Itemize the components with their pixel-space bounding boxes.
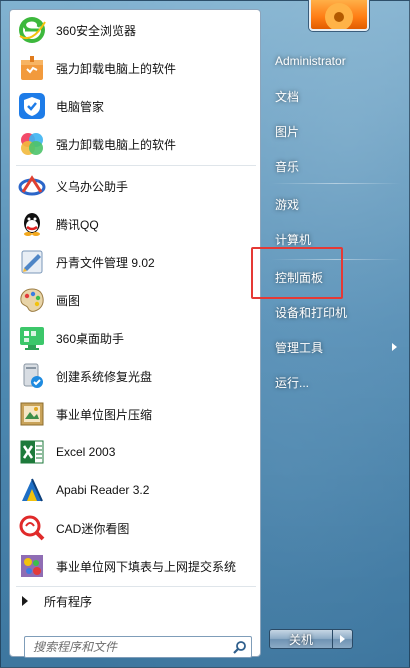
games-link[interactable]: 游戏 (269, 192, 403, 216)
user-name-link[interactable]: Administrator (269, 49, 403, 73)
program-repair-disc[interactable]: 创建系统修复光盘 (12, 358, 258, 394)
paint-palette-icon (16, 284, 48, 316)
danqing-file-icon (16, 246, 48, 278)
start-menu: 360安全浏览器 强力卸载电脑上的软件 电脑管家 强力卸载电脑上的软件 义乌办公… (0, 0, 410, 668)
qq-penguin-icon (16, 208, 48, 240)
uninstall-box-icon (16, 52, 48, 84)
program-label: CAD迷你看图 (56, 521, 130, 536)
search-icon[interactable] (233, 640, 247, 654)
program-danqing[interactable]: 丹青文件管理 9.02 (12, 244, 258, 280)
music-link[interactable]: 音乐 (269, 154, 403, 178)
submenu-arrow-icon (392, 343, 397, 351)
program-360-desktop[interactable]: 360桌面助手 (12, 320, 258, 356)
program-label: Excel 2003 (56, 445, 116, 459)
program-uninstall-1[interactable]: 强力卸载电脑上的软件 (12, 50, 258, 86)
form-submit-icon (16, 550, 48, 582)
admin-tools-label: 管理工具 (275, 340, 324, 355)
run-link[interactable]: 运行... (269, 370, 403, 394)
program-excel[interactable]: Excel 2003 (12, 434, 258, 470)
program-label: 360桌面助手 (56, 331, 125, 346)
all-programs-label: 所有程序 (44, 594, 93, 609)
360-browser-icon (16, 14, 48, 46)
program-uninstall-2[interactable]: 强力卸载电脑上的软件 (12, 126, 258, 162)
program-label: 腾讯QQ (56, 217, 99, 232)
separator (16, 586, 256, 587)
chevron-right-icon (340, 635, 345, 643)
programs-panel: 360安全浏览器 强力卸载电脑上的软件 电脑管家 强力卸载电脑上的软件 义乌办公… (9, 9, 261, 658)
apabi-reader-icon (16, 474, 48, 506)
pictures-link[interactable]: 图片 (269, 119, 403, 143)
pictures-label: 图片 (275, 124, 300, 139)
image-compress-icon (16, 398, 48, 430)
program-label: 画图 (56, 293, 81, 308)
devices-printers-label: 设备和打印机 (275, 305, 348, 320)
separator (271, 183, 401, 184)
program-label: 事业单位网下填表与上网提交系统 (56, 559, 237, 574)
devices-printers-link[interactable]: 设备和打印机 (269, 300, 403, 324)
program-image-compress[interactable]: 事业单位图片压缩 (12, 396, 258, 432)
cad-viewer-icon (16, 512, 48, 544)
360-desktop-icon (16, 322, 48, 354)
program-cad-viewer[interactable]: CAD迷你看图 (12, 510, 258, 546)
program-pc-manager[interactable]: 电脑管家 (12, 88, 258, 124)
shutdown-label: 关机 (288, 632, 313, 647)
program-label: 事业单位图片压缩 (56, 407, 153, 422)
program-label: 创建系统修复光盘 (56, 369, 153, 384)
run-label: 运行... (275, 375, 310, 390)
highlight-annotation (251, 247, 343, 299)
user-avatar[interactable] (309, 0, 369, 31)
program-apabi[interactable]: Apabi Reader 3.2 (12, 472, 258, 508)
music-label: 音乐 (275, 159, 300, 174)
user-name-label: Administrator (275, 54, 346, 68)
program-label: Apabi Reader 3.2 (56, 483, 150, 497)
computer-label: 计算机 (275, 232, 312, 247)
program-label: 丹青文件管理 9.02 (56, 255, 155, 270)
all-programs-button[interactable]: 所有程序 (12, 590, 258, 612)
program-label: 电脑管家 (56, 99, 105, 114)
program-qq[interactable]: 腾讯QQ (12, 206, 258, 242)
excel-icon (16, 436, 48, 468)
documents-link[interactable]: 文档 (269, 84, 403, 108)
search-box[interactable] (24, 636, 252, 658)
admin-tools-link[interactable]: 管理工具 (269, 335, 403, 359)
program-paint[interactable]: 画图 (12, 282, 258, 318)
program-label: 强力卸载电脑上的软件 (56, 137, 177, 152)
shutdown-options-button[interactable] (333, 629, 353, 649)
yiwu-office-icon (16, 170, 48, 202)
search-input[interactable] (31, 639, 235, 655)
shutdown-button[interactable]: 关机 (269, 629, 333, 649)
documents-label: 文档 (275, 89, 300, 104)
program-form-submit[interactable]: 事业单位网下填表与上网提交系统 (12, 548, 258, 584)
program-yiwu-office[interactable]: 义乌办公助手 (12, 168, 258, 204)
triangle-right-icon (22, 596, 28, 606)
shutdown-split-button: 关机 (269, 629, 357, 649)
flower-picture-icon (325, 3, 353, 29)
repair-disc-icon (16, 360, 48, 392)
program-label: 强力卸载电脑上的软件 (56, 61, 177, 76)
program-360-browser[interactable]: 360安全浏览器 (12, 12, 258, 48)
tencent-pc-manager-icon (16, 90, 48, 122)
colorful-petals-icon (16, 128, 48, 160)
program-label: 义乌办公助手 (56, 179, 129, 194)
games-label: 游戏 (275, 197, 300, 212)
separator (16, 165, 256, 166)
program-label: 360安全浏览器 (56, 23, 137, 38)
